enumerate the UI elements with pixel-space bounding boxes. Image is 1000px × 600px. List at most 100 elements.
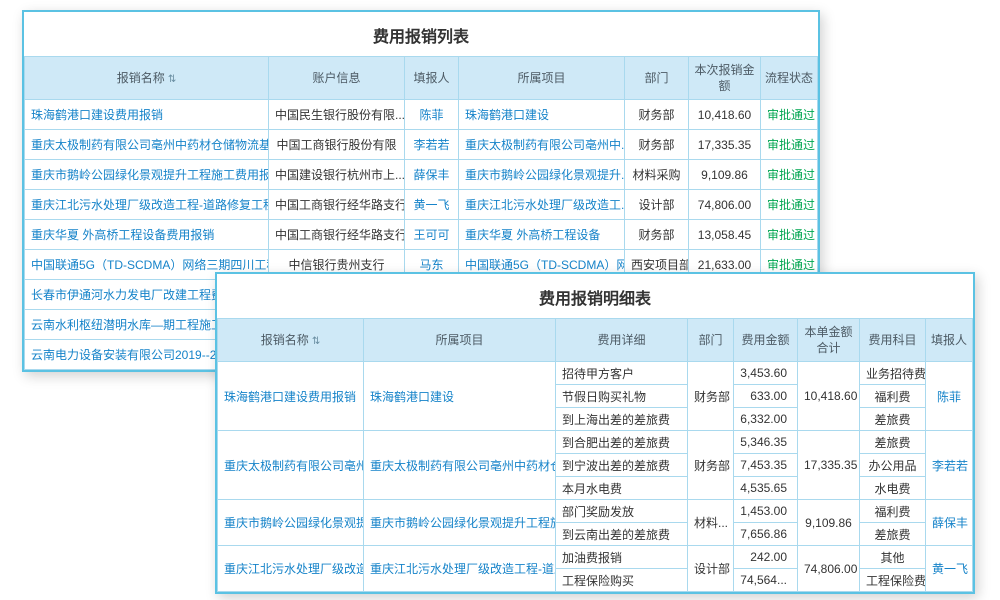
table-cell: 9,109.86 — [689, 160, 761, 190]
table-cell: 中国工商银行经华路支行 — [269, 220, 405, 250]
table-cell: 其他 — [860, 546, 926, 569]
status-cell: 审批通过 — [761, 160, 818, 190]
link-cell[interactable]: 重庆市鹅岭公园绿化景观提升工程施工费用报销 — [25, 160, 269, 190]
table-cell: 17,335.35 — [798, 431, 860, 500]
column-header: 部门 — [688, 319, 734, 362]
table-cell: 办公用品 — [860, 454, 926, 477]
link-cell[interactable]: 重庆华夏 外高桥工程设备 — [459, 220, 625, 250]
table-row: 重庆太极制药有限公司亳州中药重庆太极制药有限公司亳州中药材仓储物流到合肥出差的差… — [218, 431, 973, 454]
table-cell: 设计部 — [688, 546, 734, 592]
column-header: 本次报销金额 — [689, 57, 761, 100]
status-cell: 审批通过 — [761, 190, 818, 220]
column-header-label: 部门 — [698, 333, 722, 347]
table-cell: 7,656.86 — [734, 523, 798, 546]
table-cell: 福利费 — [860, 385, 926, 408]
table-row: 重庆华夏 外高桥工程设备费用报销中国工商银行经华路支行王可可重庆华夏 外高桥工程… — [25, 220, 818, 250]
table-cell: 材料采购 — [625, 160, 689, 190]
link-cell[interactable]: 珠海鹤港口建设费用报销 — [25, 100, 269, 130]
expense-detail-table: 报销名称⇅ 所属项目 费用详细 部门 费用金额本单金额合计费用科目 填报人 珠海鹤港口建设… — [217, 318, 973, 592]
column-header-label: 本次报销金额 — [694, 63, 754, 93]
table-row: 重庆市鹅岭公园绿化景观提升工程施工费用报销中国建设银行杭州市上...薛保丰重庆市… — [25, 160, 818, 190]
table-cell: 7,453.35 — [734, 454, 798, 477]
link-cell[interactable]: 黄一飞 — [926, 546, 973, 592]
table-cell: 设计部 — [625, 190, 689, 220]
link-cell[interactable]: 重庆华夏 外高桥工程设备费用报销 — [25, 220, 269, 250]
table-cell: 中国工商银行股份有限 — [269, 130, 405, 160]
expense-detail-title: 费用报销明细表 — [217, 274, 973, 318]
link-cell[interactable]: 李若若 — [405, 130, 459, 160]
link-cell[interactable]: 陈菲 — [926, 362, 973, 431]
table-cell: 本月水电费 — [556, 477, 688, 500]
table-cell: 3,453.60 — [734, 362, 798, 385]
sort-icon[interactable]: ⇅ — [168, 74, 176, 85]
link-cell[interactable]: 重庆太极制药有限公司亳州中药材仓储物流 — [364, 431, 556, 500]
table-cell: 到合肥出差的差旅费 — [556, 431, 688, 454]
table-cell: 10,418.60 — [798, 362, 860, 431]
link-cell[interactable]: 重庆江北污水处理厂级改造工... — [459, 190, 625, 220]
table-row: 重庆市鹅岭公园绿化景观提升工程施重庆市鹅岭公园绿化景观提升工程施工部门奖励发放材… — [218, 500, 973, 523]
column-header-label: 费用科目 — [868, 333, 916, 347]
column-header: 部门 — [625, 57, 689, 100]
table-cell: 招待甲方客户 — [556, 362, 688, 385]
link-cell[interactable]: 重庆太极制药有限公司亳州中药材仓储物流基地项... — [25, 130, 269, 160]
column-header-label: 所属项目 — [517, 71, 565, 85]
link-cell[interactable]: 重庆市鹅岭公园绿化景观提升... — [459, 160, 625, 190]
table-row: 珠海鹤港口建设费用报销中国民生银行股份有限...陈菲珠海鹤港口建设财务部10,4… — [25, 100, 818, 130]
link-cell[interactable]: 珠海鹤港口建设 — [364, 362, 556, 431]
column-header-label: 费用详细 — [597, 333, 645, 347]
status-cell: 审批通过 — [761, 100, 818, 130]
column-header[interactable]: 报销名称⇅ — [25, 57, 269, 100]
table-header-row: 报销名称⇅账户信息填报人所属项目部门本次报销金额流程状态 — [25, 57, 818, 100]
column-header-label: 填报人 — [413, 71, 449, 85]
table-cell: 财务部 — [625, 220, 689, 250]
expense-list-title: 费用报销列表 — [24, 12, 818, 56]
link-cell[interactable]: 重庆太极制药有限公司亳州中药 — [218, 431, 364, 500]
link-cell[interactable]: 陈菲 — [405, 100, 459, 130]
table-cell: 13,058.45 — [689, 220, 761, 250]
table-cell: 74,806.00 — [798, 546, 860, 592]
link-cell[interactable]: 重庆市鹅岭公园绿化景观提升工程施工 — [364, 500, 556, 546]
column-header: 本单金额合计 — [798, 319, 860, 362]
table-cell: 差旅费 — [860, 523, 926, 546]
column-header-label: 报销名称 — [261, 333, 309, 347]
link-cell[interactable]: 王可可 — [405, 220, 459, 250]
status-cell: 审批通过 — [761, 130, 818, 160]
link-cell[interactable]: 重庆市鹅岭公园绿化景观提升工程施 — [218, 500, 364, 546]
table-cell: 差旅费 — [860, 431, 926, 454]
column-header: 所属项目 — [364, 319, 556, 362]
table-cell: 财务部 — [625, 100, 689, 130]
column-header-label: 填报人 — [931, 333, 967, 347]
link-cell[interactable]: 重庆太极制药有限公司亳州中... — [459, 130, 625, 160]
link-cell[interactable]: 珠海鹤港口建设 — [459, 100, 625, 130]
column-header: 费用科目 — [860, 319, 926, 362]
table-cell: 水电费 — [860, 477, 926, 500]
desktop: 费用报销列表 报销名称⇅账户信息填报人所属项目部门本次报销金额流程状态 珠海鹤港… — [0, 0, 1000, 600]
table-cell: 材料... — [688, 500, 734, 546]
link-cell[interactable]: 薛保丰 — [926, 500, 973, 546]
column-header[interactable]: 报销名称⇅ — [218, 319, 364, 362]
table-cell: 17,335.35 — [689, 130, 761, 160]
table-cell: 242.00 — [734, 546, 798, 569]
expense-detail-panel: 费用报销明细表 报销名称⇅ 所属项目 费用详细 部门 费用金额本单金额合计费用科目 填报人… — [215, 272, 975, 594]
link-cell[interactable]: 黄一飞 — [405, 190, 459, 220]
link-cell[interactable]: 重庆江北污水处理厂级改造工程-道路修复工 — [364, 546, 556, 592]
table-cell: 1,453.00 — [734, 500, 798, 523]
column-header-label: 费用金额 — [741, 333, 789, 347]
column-header-label: 所属项目 — [435, 333, 483, 347]
table-row: 重庆太极制药有限公司亳州中药材仓储物流基地项...中国工商银行股份有限李若若重庆… — [25, 130, 818, 160]
table-cell: 中国民生银行股份有限... — [269, 100, 405, 130]
table-cell: 到宁波出差的差旅费 — [556, 454, 688, 477]
table-cell: 5,346.35 — [734, 431, 798, 454]
link-cell[interactable]: 薛保丰 — [405, 160, 459, 190]
link-cell[interactable]: 重庆江北污水处理厂级改造工程-道路修复工程费用... — [25, 190, 269, 220]
table-cell: 工程保险费 — [860, 569, 926, 592]
table-cell: 9,109.86 — [798, 500, 860, 546]
link-cell[interactable]: 李若若 — [926, 431, 973, 500]
column-header: 费用金额 — [734, 319, 798, 362]
link-cell[interactable]: 珠海鹤港口建设费用报销 — [218, 362, 364, 431]
sort-icon[interactable]: ⇅ — [312, 336, 320, 347]
table-cell: 福利费 — [860, 500, 926, 523]
table-row: 重庆江北污水处理厂级改造工程-道路修复工程费用...中国工商银行经华路支行黄一飞… — [25, 190, 818, 220]
link-cell[interactable]: 重庆江北污水处理厂级改造工程- — [218, 546, 364, 592]
column-header: 流程状态 — [761, 57, 818, 100]
